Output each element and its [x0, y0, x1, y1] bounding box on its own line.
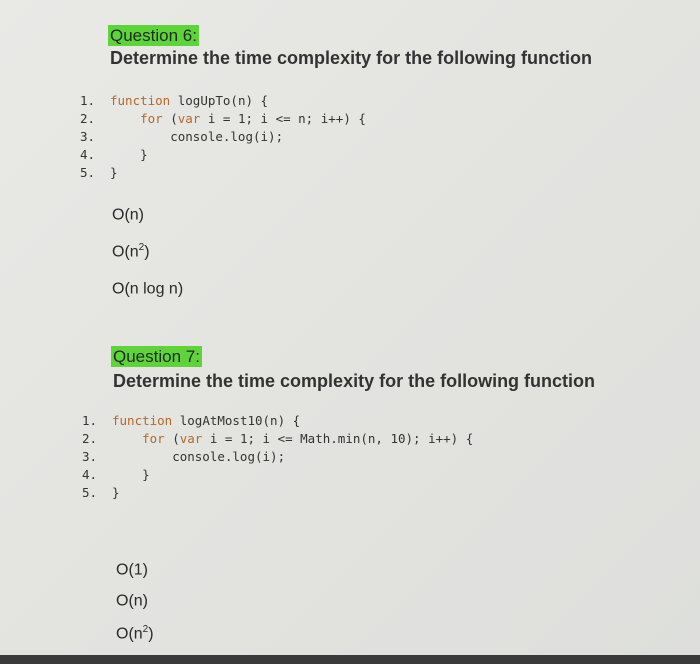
line-number: 2. [80, 111, 96, 126]
code-block: 1. function logUpTo(n) { 2. for (var i = 1… [80, 92, 366, 182]
code-keyword: var [179, 431, 203, 446]
code-text: i = 1; i <= Math.min(n, 10); i++) { [202, 431, 474, 446]
line-number: 4. [80, 147, 96, 162]
answer-option[interactable]: O(n) [112, 205, 144, 224]
code-line: 3. console.log(i); [82, 448, 473, 466]
line-number: 4. [82, 467, 98, 482]
code-text: ( [162, 111, 178, 126]
code-line: 2. for (var i = 1; i <= Math.min(n, 10);… [82, 430, 473, 448]
question-title: Determine the time complexity for the fo… [113, 371, 596, 391]
option-base: O(n) [116, 592, 148, 610]
code-line: 3. console.log(i); [80, 128, 366, 146]
line-number: 5. [82, 485, 98, 500]
question-label: Question 6: [108, 25, 199, 46]
answer-option[interactable]: O(n) [116, 591, 148, 610]
code-keyword: for [142, 431, 165, 446]
option-base: O(n log n) [112, 280, 184, 298]
code-text: console.log(i); [112, 449, 286, 464]
code-keyword: for [140, 111, 163, 126]
line-number: 3. [80, 129, 96, 144]
line-number: 2. [82, 431, 98, 446]
code-keyword: function [112, 413, 173, 428]
code-text: } [110, 165, 118, 180]
code-text: console.log(i); [110, 129, 284, 144]
code-line: 4. } [80, 146, 366, 164]
code-text: } [112, 467, 150, 482]
code-text: i = 1; i <= n; i++) { [200, 111, 366, 126]
option-base: O(n [116, 625, 143, 643]
code-text: ( [164, 431, 180, 446]
code-text: logAtMost10(n) { [172, 413, 301, 428]
option-tail: ) [148, 625, 154, 643]
answer-option[interactable]: O(n2) [116, 624, 154, 643]
code-line: 4. } [82, 466, 473, 484]
line-number: 5. [80, 165, 96, 180]
question-title: Determine the time complexity for the fo… [110, 48, 593, 68]
code-text: } [112, 485, 120, 500]
option-base: O(1) [116, 561, 148, 579]
code-block: 1. function logAtMost10(n) { 2. for (var i… [82, 412, 473, 502]
code-keyword: function [110, 93, 171, 108]
code-line: 5.} [82, 484, 473, 502]
code-line: 5.} [80, 164, 366, 182]
option-base: O(n) [112, 206, 144, 224]
option-base: O(n [112, 243, 139, 261]
code-text: } [110, 147, 148, 162]
line-number: 1. [82, 413, 98, 428]
code-line: 1. function logAtMost10(n) { [82, 412, 473, 430]
code-text: logUpTo(n) { [170, 93, 269, 108]
screen-bezel [0, 655, 700, 664]
question-label: Question 7: [111, 346, 202, 367]
answer-option[interactable]: O(1) [116, 560, 148, 579]
answer-option[interactable]: O(n log n) [112, 279, 183, 298]
answer-option[interactable]: O(n2) [112, 242, 150, 261]
code-keyword: var [177, 111, 201, 126]
line-number: 3. [82, 449, 98, 464]
code-line: 2. for (var i = 1; i <= n; i++) { [80, 110, 366, 128]
option-tail: ) [144, 243, 150, 261]
line-number: 1. [80, 93, 96, 108]
code-line: 1. function logUpTo(n) { [80, 92, 366, 110]
